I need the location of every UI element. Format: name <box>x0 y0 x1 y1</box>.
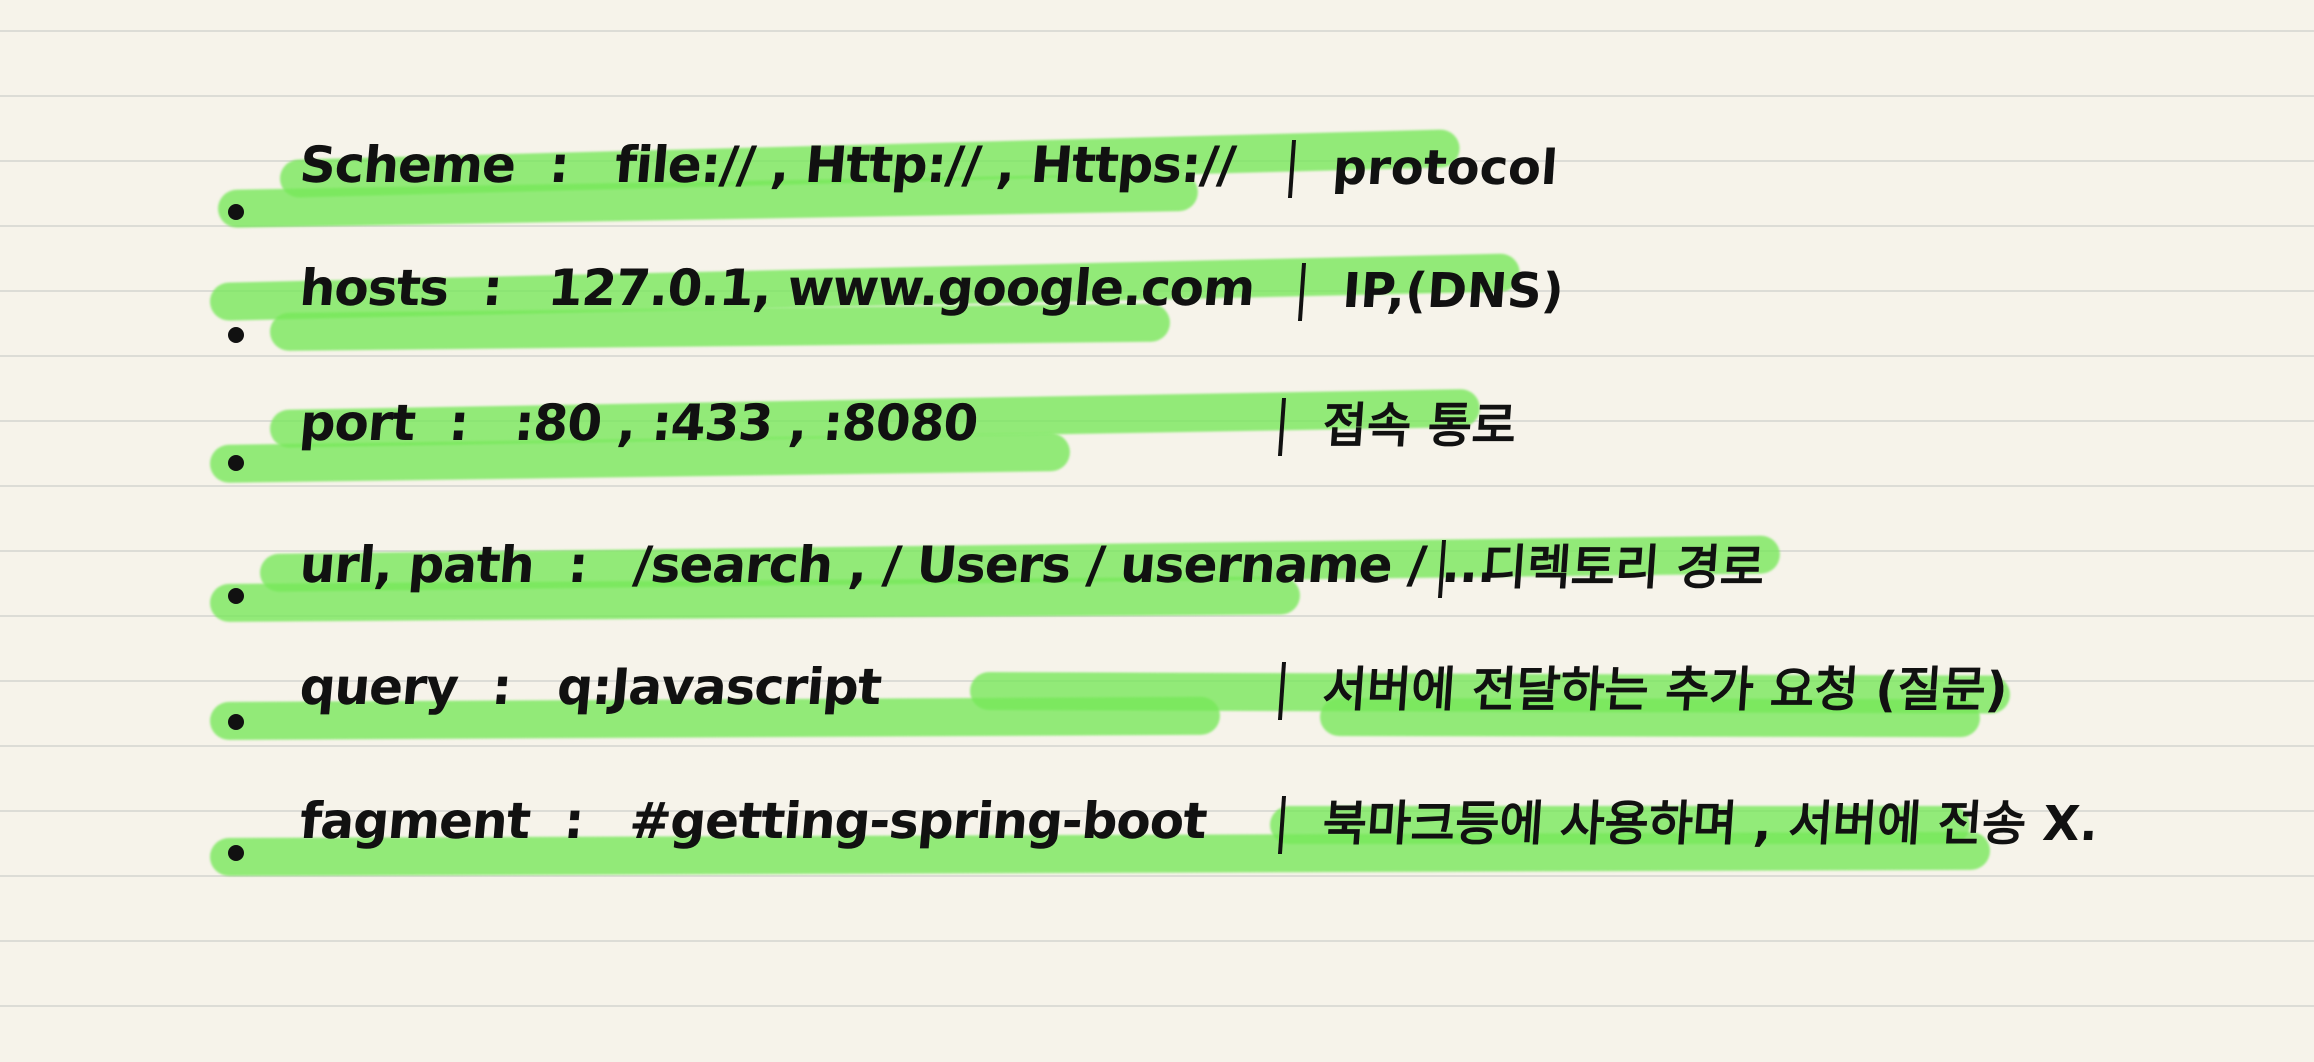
note-text: port : :80 , :433 , :8080 <box>297 394 980 452</box>
note-label: url, path <box>297 536 537 594</box>
note-text: url, path : /search , / Users / username… <box>297 536 1499 594</box>
separator-bar <box>1277 796 1287 854</box>
note-remark-text: 서버에 전달하는 추가 요청 (질문) <box>1320 662 2010 718</box>
note-value: 127.0.1, www.google.com <box>545 259 1257 317</box>
note-separator: : <box>565 536 590 594</box>
note-separator: : <box>489 658 514 716</box>
note-separator: : <box>561 792 586 850</box>
note-row-hosts: hosts : 127.0.1, www.google.com IP,(DNS) <box>209 253 1580 351</box>
note-remark: 디렉토리 경로 <box>1437 540 1767 598</box>
note-separator: : <box>446 394 471 452</box>
note-value: file:// , Http:// , Https:// <box>612 136 1238 194</box>
note-value: #getting-spring-boot <box>627 792 1209 850</box>
note-remark: 접속 통로 <box>1277 398 1519 456</box>
bullet-icon <box>228 455 244 471</box>
note-remark-text: 접속 통로 <box>1320 398 1519 454</box>
note-label: Scheme <box>297 136 518 194</box>
note-remark: 북마크등에 사용하며 , 서버에 전송 X. <box>1277 796 2101 854</box>
note-remark-text: IP,(DNS) <box>1340 263 1566 319</box>
note-value: q:Javascript <box>554 658 884 716</box>
bullet-icon <box>228 204 244 220</box>
note-separator: : <box>480 259 505 317</box>
note-page: Scheme : file:// , Http:// , Https:// pr… <box>0 0 2314 1062</box>
note-separator: : <box>547 136 572 194</box>
note-row-url-path: url, path : /search , / Users / username… <box>209 532 1781 628</box>
note-value: :80 , :433 , :8080 <box>512 394 980 452</box>
separator-bar <box>1277 662 1287 720</box>
note-text: query : q:Javascript <box>297 658 884 716</box>
bullet-icon <box>228 327 244 343</box>
bullet-icon <box>228 845 244 861</box>
note-row-scheme: Scheme : file:// , Http:// , Https:// pr… <box>210 129 1560 228</box>
note-remark-text: 북마크등에 사용하며 , 서버에 전송 X. <box>1320 796 2101 852</box>
note-label: hosts <box>297 259 451 317</box>
note-row-port: port : :80 , :433 , :8080 접속 통로 <box>209 388 1520 486</box>
note-text: Scheme : file:// , Http:// , Https:// <box>297 136 1238 194</box>
note-label: fagment <box>297 792 533 850</box>
note-text: fagment : #getting-spring-boot <box>297 792 1209 850</box>
note-remark: protocol <box>1287 140 1560 198</box>
note-row-query: query : q:Javascript 서버에 전달하는 추가 요청 (질문) <box>209 654 2030 750</box>
note-row-fragment: fagment : #getting-spring-boot 북마크등에 사용하… <box>209 788 2100 884</box>
note-label: port <box>297 394 418 452</box>
note-value: /search , / Users / username / ... <box>631 536 1499 594</box>
note-remark: 서버에 전달하는 추가 요청 (질문) <box>1277 662 2010 720</box>
note-remark-text: 디렉토리 경로 <box>1480 540 1767 596</box>
note-remark-text: protocol <box>1330 140 1560 196</box>
note-label: query <box>297 658 461 716</box>
note-remark: IP,(DNS) <box>1297 263 1566 321</box>
note-text: hosts : 127.0.1, www.google.com <box>297 259 1257 317</box>
bullet-icon <box>228 588 244 604</box>
bullet-icon <box>228 714 244 730</box>
